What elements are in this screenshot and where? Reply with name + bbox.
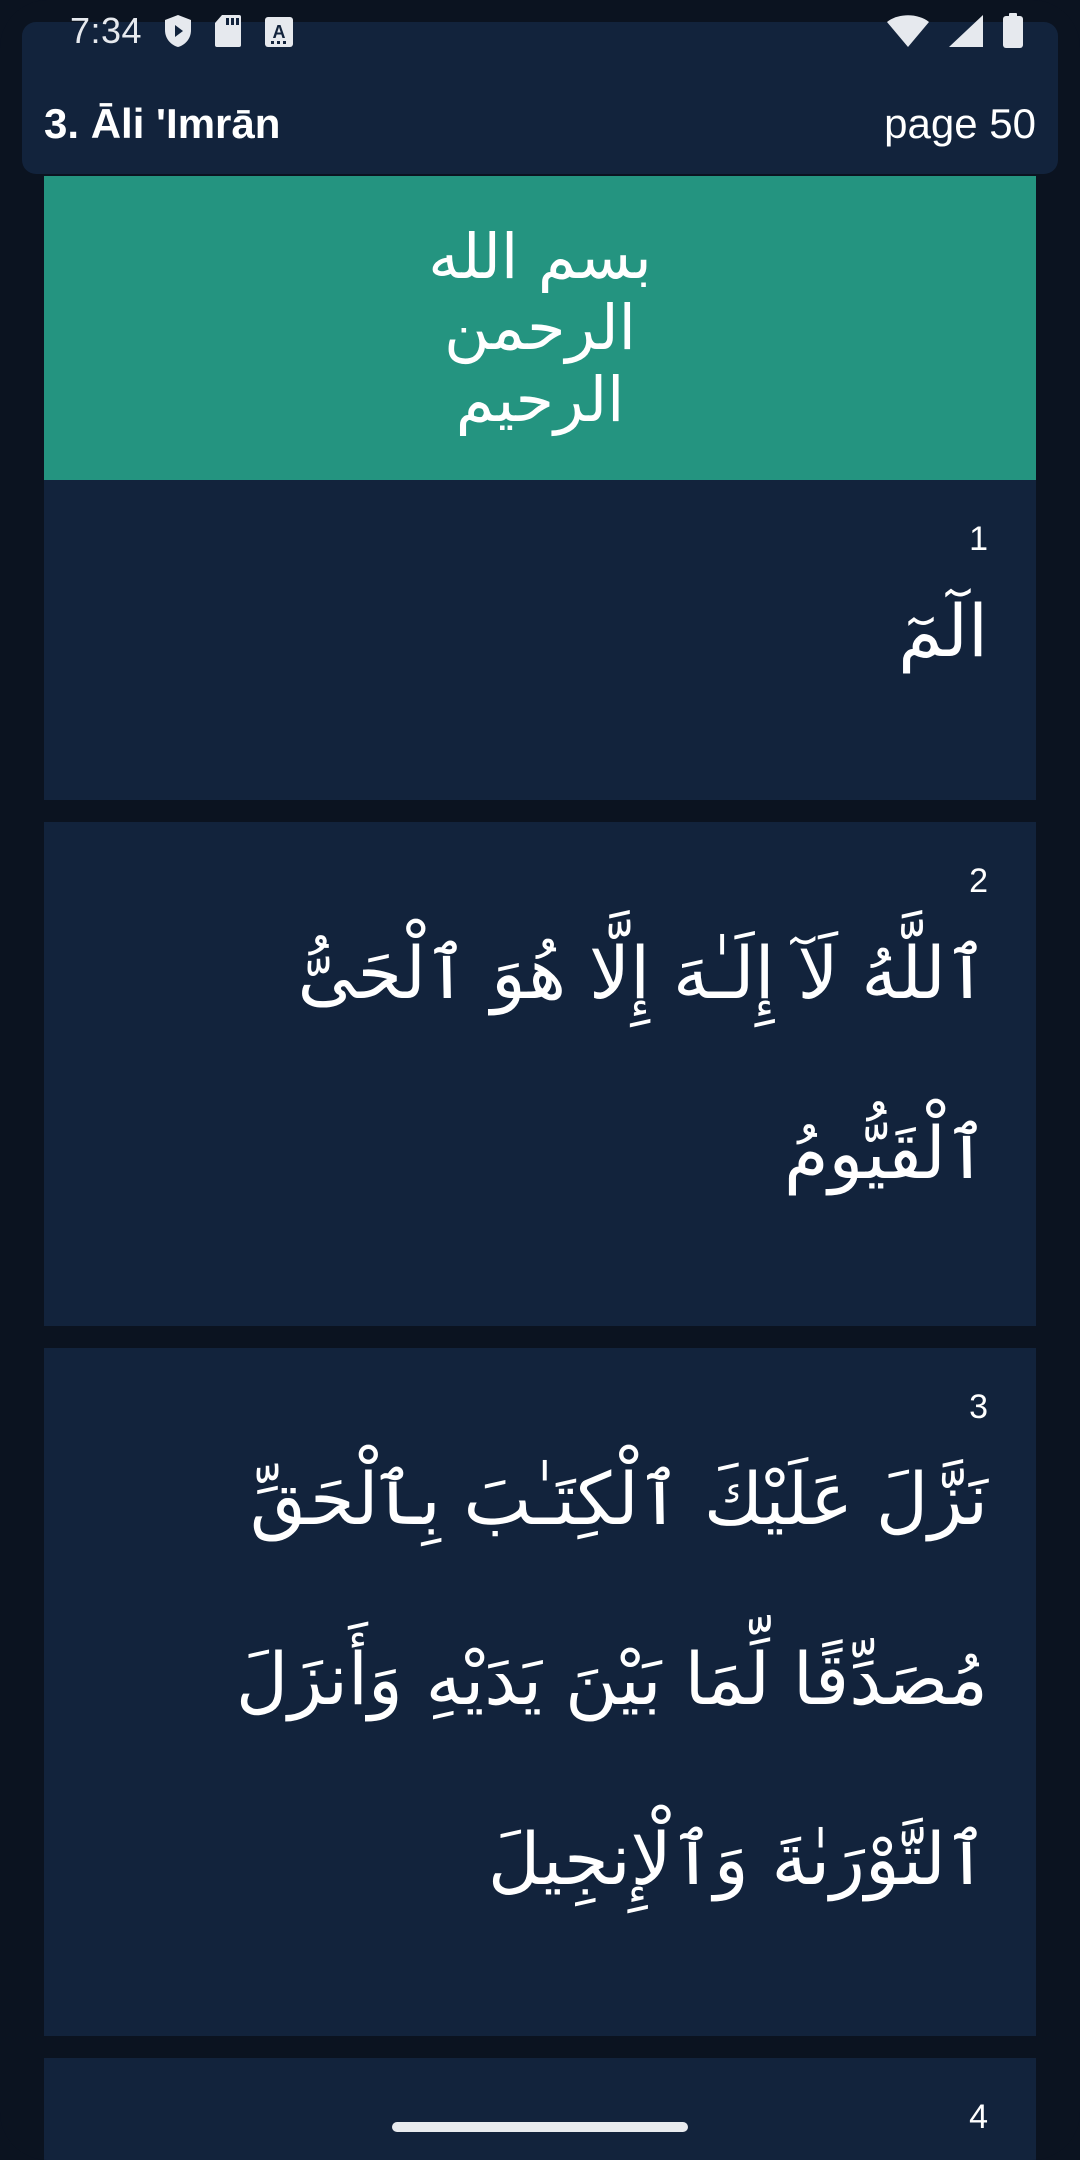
verse-text: ٱللَّهُ لَآ إِلَـٰهَ إِلَّا هُوَ ٱلْحَىُ… (297, 931, 988, 1195)
verse-card[interactable]: 1 الٓمٓ (44, 480, 1036, 800)
sd-card-icon (214, 14, 242, 48)
surah-title[interactable]: 3. Āli 'Imrān (44, 100, 280, 148)
verse-card[interactable]: 4 (44, 2058, 1036, 2160)
verse-card[interactable]: 3 نَزَّلَ عَلَيْكَ ٱلْكِتَـٰبَ بِٱلْحَقِ… (44, 1348, 1036, 2036)
page-indicator: page 50 (884, 100, 1036, 147)
verse-text: نَزَّلَ عَلَيْكَ ٱلْكِتَـٰبَ بِٱلْحَقِّ … (235, 1457, 988, 1901)
cell-signal-icon (948, 14, 984, 48)
verse-card[interactable]: 2 ٱللَّهُ لَآ إِلَـٰهَ إِلَّا هُوَ ٱلْحَ… (44, 822, 1036, 1326)
svg-text:A: A (273, 22, 286, 42)
bismillah-calligraphy: بسم الله الرحمن الرحيم (428, 220, 652, 436)
status-time: 7:34 (70, 10, 143, 51)
wifi-icon (886, 14, 930, 48)
shield-play-icon (164, 14, 192, 48)
verse-list[interactable]: بسم الله الرحمن الرحيم 1 الٓمٓ 2 ٱللَّهُ… (44, 176, 1036, 2160)
gesture-nav-handle[interactable] (392, 2122, 688, 2132)
battery-icon (1002, 13, 1024, 49)
status-bar: 7:34 A (22, 0, 1058, 62)
keyboard-a-icon: A (264, 14, 294, 48)
verse-text: الٓمٓ (898, 589, 988, 673)
device-screen: 3. Āli 'Imrān page 50 7:34 A بسم الله ال… (0, 0, 1080, 2160)
bismillah-banner: بسم الله الرحمن الرحيم (44, 176, 1036, 480)
